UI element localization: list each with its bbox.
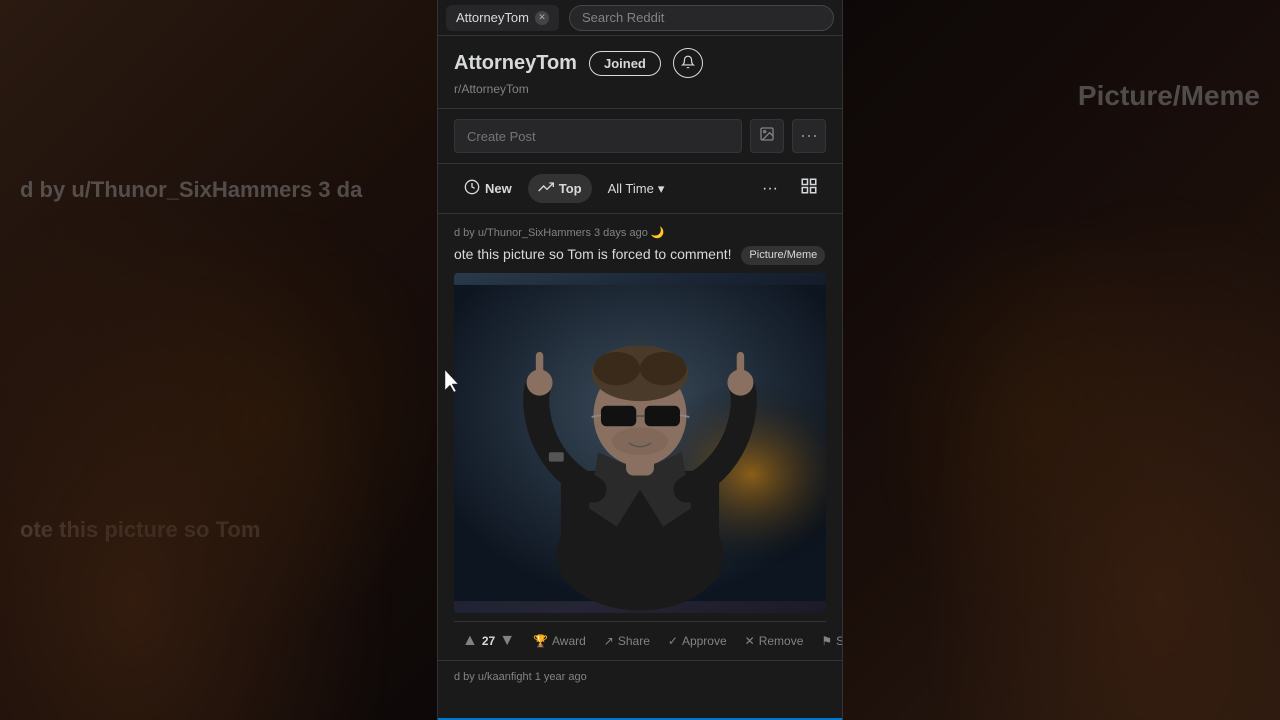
post-item-1: d by u/Thunor_SixHammers 3 days ago 🌙 ot… bbox=[438, 214, 842, 661]
new-icon bbox=[464, 179, 480, 198]
sort-top-label: Top bbox=[559, 181, 582, 196]
create-post-bar: ⋯ bbox=[438, 109, 842, 164]
tab-label: AttorneyTom bbox=[456, 10, 529, 25]
tab-close-icon[interactable]: ✕ bbox=[535, 11, 549, 25]
share-label: Share bbox=[618, 634, 650, 648]
upvote-button[interactable]: ▲ bbox=[462, 632, 478, 650]
spam-label: Spam bbox=[836, 634, 842, 648]
post-1-action-bar: ▲ 27 ▼ 🏆 Award ↗ Share ✓ Approve ✕ bbox=[454, 621, 826, 660]
remove-icon: ✕ bbox=[745, 634, 755, 648]
create-post-input[interactable] bbox=[454, 119, 742, 153]
share-button[interactable]: ↗ Share bbox=[596, 629, 658, 653]
image-upload-button[interactable] bbox=[750, 119, 784, 153]
joined-button[interactable]: Joined bbox=[589, 51, 661, 76]
award-button[interactable]: 🏆 Award bbox=[525, 629, 594, 653]
award-label: Award bbox=[552, 634, 586, 648]
remove-button[interactable]: ✕ Remove bbox=[737, 629, 812, 653]
award-icon: 🏆 bbox=[533, 634, 548, 648]
approve-icon: ✓ bbox=[668, 634, 678, 648]
background-left: d by u/Thunor_SixHammers 3 da ote this p… bbox=[0, 0, 440, 720]
chevron-down-icon: ▾ bbox=[658, 181, 665, 197]
sort-top-button[interactable]: Top bbox=[528, 174, 592, 203]
search-input[interactable] bbox=[582, 10, 821, 25]
post-2-meta: d by u/kaanfight 1 year ago bbox=[438, 661, 842, 689]
subreddit-name: AttorneyTom bbox=[454, 52, 577, 75]
more-sort-button[interactable]: ··· bbox=[754, 175, 786, 203]
top-icon bbox=[538, 179, 554, 198]
time-filter-label: All Time bbox=[608, 181, 654, 196]
time-filter-button[interactable]: All Time ▾ bbox=[598, 176, 675, 202]
bg-text-right: Picture/Meme bbox=[1078, 80, 1260, 112]
ellipsis-icon: ··· bbox=[762, 180, 778, 197]
spam-button[interactable]: ⚑ Spam bbox=[813, 629, 842, 653]
layout-icon bbox=[800, 179, 818, 199]
more-create-button[interactable]: ⋯ bbox=[792, 119, 826, 153]
bg-hand-right bbox=[880, 120, 1280, 720]
more-icon: ⋯ bbox=[800, 127, 818, 145]
layout-toggle-button[interactable] bbox=[792, 172, 826, 205]
bg-hand-left bbox=[0, 120, 440, 720]
tab-attorney-tom[interactable]: AttorneyTom ✕ bbox=[446, 5, 559, 31]
subreddit-sub: r/AttorneyTom bbox=[454, 82, 826, 96]
sort-bar: New Top All Time ▾ ··· bbox=[438, 164, 842, 214]
approve-label: Approve bbox=[682, 634, 727, 648]
search-box[interactable] bbox=[569, 5, 834, 31]
post-image-svg bbox=[454, 273, 826, 613]
background-right: Picture/Meme bbox=[840, 0, 1280, 720]
approve-button[interactable]: ✓ Approve bbox=[660, 629, 735, 653]
share-icon: ↗ bbox=[604, 634, 614, 648]
downvote-button[interactable]: ▼ bbox=[499, 632, 515, 650]
sort-new-button[interactable]: New bbox=[454, 174, 522, 203]
image-icon bbox=[759, 126, 775, 147]
spam-icon: ⚑ bbox=[821, 634, 832, 648]
post-1-image[interactable] bbox=[454, 273, 826, 613]
post-1-flair: Picture/Meme bbox=[741, 246, 825, 265]
remove-label: Remove bbox=[759, 634, 804, 648]
reddit-panel: AttorneyTom ✕ AttorneyTom Joined r/ bbox=[437, 0, 843, 720]
posts-area[interactable]: d by u/Thunor_SixHammers 3 days ago 🌙 ot… bbox=[438, 214, 842, 720]
post-1-title: ote this picture so Tom is forced to com… bbox=[454, 245, 826, 265]
tab-bar: AttorneyTom ✕ bbox=[438, 0, 842, 36]
notification-bell-button[interactable] bbox=[673, 48, 703, 78]
subreddit-header: AttorneyTom Joined r/AttorneyTom bbox=[438, 36, 842, 109]
sort-new-label: New bbox=[485, 181, 512, 196]
vote-section: ▲ 27 ▼ bbox=[454, 628, 523, 654]
vote-count: 27 bbox=[482, 634, 495, 648]
bell-icon bbox=[681, 55, 695, 72]
post-1-meta: d by u/Thunor_SixHammers 3 days ago 🌙 bbox=[454, 226, 826, 239]
